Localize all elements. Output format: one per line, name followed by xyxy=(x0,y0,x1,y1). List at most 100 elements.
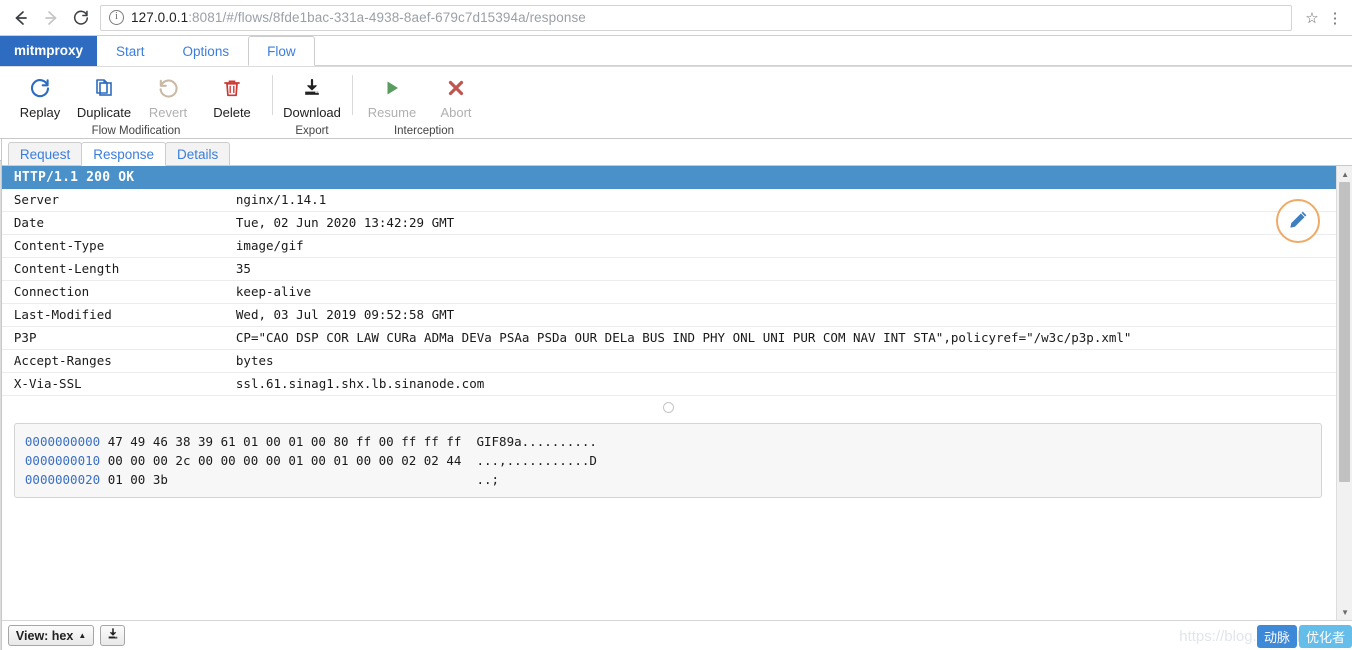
hex-ascii: ..; xyxy=(476,472,500,487)
response-header-row[interactable]: Server nginx/1.14.1 xyxy=(1,189,1337,212)
download-label: Download xyxy=(283,105,341,120)
response-headers-table: Server nginx/1.14.1 Date Tue, 02 Jun 2020 1… xyxy=(1,189,1337,396)
duplicate-icon xyxy=(93,75,115,101)
trash-icon xyxy=(221,75,243,101)
hex-offset: 0000000020 xyxy=(24,472,101,487)
hex-offset: 0000000000 xyxy=(24,434,101,449)
replay-icon xyxy=(29,75,51,101)
mitmproxy-web-app: i 127.0.0.1:8081/#/flows/8fde1bac-331a-4… xyxy=(0,0,1352,650)
url-path: :8081/#/flows/8fde1bac-331a-4938-8aef-67… xyxy=(188,10,586,25)
tab-request[interactable]: Request xyxy=(7,142,83,166)
header-value: bytes xyxy=(231,349,1337,373)
response-header-row[interactable]: Content-Length 35 xyxy=(1,257,1337,281)
hex-offset: 0000000010 xyxy=(24,453,101,468)
replay-button[interactable]: Replay xyxy=(8,73,72,120)
mitmproxy-header: mitmproxy Start Options Flow xyxy=(0,36,1352,67)
header-name: Accept-Ranges xyxy=(1,349,232,373)
header-name: Content-Length xyxy=(1,257,232,281)
hex-bytes: 47 49 46 38 39 61 01 00 01 00 80 ff 00 f… xyxy=(107,434,462,449)
response-header-row[interactable]: Content-Type image/gif xyxy=(1,234,1337,258)
header-value: 35 xyxy=(231,257,1337,281)
detail-scroll-up-icon[interactable]: ▲ xyxy=(1337,166,1352,182)
site-info-icon[interactable]: i xyxy=(109,10,124,25)
tab-options[interactable]: Options xyxy=(163,36,249,66)
detail-tab-bar: Request Response Details xyxy=(1,139,1352,166)
resume-button: Resume xyxy=(360,73,424,120)
bookmark-star-icon[interactable]: ☆ xyxy=(1300,9,1324,27)
header-value: Wed, 03 Jul 2019 09:52:58 GMT xyxy=(231,303,1337,327)
replay-label: Replay xyxy=(19,105,61,120)
tab-response[interactable]: Response xyxy=(81,142,166,166)
resize-grip-icon[interactable] xyxy=(663,402,675,413)
kebab-menu-icon[interactable]: ⋮ xyxy=(1324,9,1346,27)
hex-bytes: 00 00 00 2c 00 00 00 00 01 00 01 00 00 0… xyxy=(107,453,462,468)
main-split: Path Method Status Size Time https://www… xyxy=(0,139,1352,650)
flow-detail-pane: Request Response Details HTTP/1.1 200 OK… xyxy=(1,139,1352,650)
hexdump-line: 0000000000 47 49 46 38 39 61 01 00 01 00… xyxy=(25,432,1311,451)
detail-body: HTTP/1.1 200 OK Server nginx/1.14.1 Date Tu… xyxy=(1,166,1352,620)
play-icon xyxy=(381,75,403,101)
address-bar[interactable]: i 127.0.0.1:8081/#/flows/8fde1bac-331a-4… xyxy=(100,4,1292,31)
hex-ascii: ...,...........D xyxy=(476,453,597,468)
response-header-row[interactable]: Accept-Ranges bytes xyxy=(1,349,1337,373)
response-header-row[interactable]: Connection keep-alive xyxy=(1,280,1337,304)
header-value: Tue, 02 Jun 2020 13:42:29 GMT xyxy=(231,211,1337,235)
tab-details[interactable]: Details xyxy=(165,142,231,166)
header-name: Content-Type xyxy=(1,234,232,258)
revert-icon xyxy=(157,75,179,101)
main-tab-bar: mitmproxy Start Options Flow xyxy=(0,36,1352,66)
header-name: Connection xyxy=(1,280,232,304)
response-header-row[interactable]: Date Tue, 02 Jun 2020 13:42:29 GMT xyxy=(1,211,1337,235)
response-status-line: HTTP/1.1 200 OK xyxy=(1,166,1337,189)
response-content: HTTP/1.1 200 OK Server nginx/1.14.1 Date Tu… xyxy=(1,166,1337,620)
edit-response-highlight[interactable] xyxy=(1276,199,1321,243)
group-label-interception: Interception xyxy=(393,125,455,137)
group-label-export: Export xyxy=(295,125,329,137)
header-name: Last-Modified xyxy=(1,303,232,327)
abort-button: Abort xyxy=(424,73,488,120)
ribbon-toolbar: Replay Duplicate Revert Delete Flow Modi… xyxy=(0,67,1352,139)
hex-ascii: GIF89a.......... xyxy=(476,434,597,449)
response-header-row[interactable]: Last-Modified Wed, 03 Jul 2019 09:52:58 G… xyxy=(1,303,1337,327)
ribbon-group-interception: Resume Abort Interception xyxy=(352,73,496,137)
detail-scroll-down-icon[interactable]: ▼ xyxy=(1337,604,1352,620)
duplicate-button[interactable]: Duplicate xyxy=(72,73,136,120)
flow-list-scrollbar[interactable]: ▲ ▼ xyxy=(0,161,1,650)
tab-flow[interactable]: Flow xyxy=(248,36,315,66)
reload-icon[interactable] xyxy=(66,3,96,33)
duplicate-label: Duplicate xyxy=(76,105,132,120)
revert-button: Revert xyxy=(136,73,200,120)
pencil-edit-icon[interactable] xyxy=(1286,208,1310,235)
forward-icon xyxy=(36,3,66,33)
content-resize-handle[interactable] xyxy=(2,396,1336,419)
back-icon[interactable] xyxy=(6,3,36,33)
delete-button[interactable]: Delete xyxy=(200,73,264,120)
revert-label: Revert xyxy=(148,105,188,120)
header-value: CP="CAO DSP COR LAW CURa ADMa DEVa PSAa … xyxy=(231,326,1337,350)
hexdump-line: 0000000020 01 00 3b ..; xyxy=(25,470,1311,489)
header-value: image/gif xyxy=(231,234,1337,258)
hexdump-line: 0000000010 00 00 00 2c 00 00 00 00 01 00… xyxy=(25,451,1311,470)
tab-start[interactable]: Start xyxy=(97,36,164,66)
detail-scrollbar[interactable]: ▲ ▼ xyxy=(1336,166,1352,620)
flow-table-header: Path Method Status Size Time xyxy=(0,139,1,161)
download-button[interactable]: Download xyxy=(280,73,344,120)
header-name: X-Via-SSL xyxy=(1,372,232,396)
hexdump-lines: 0000000000 47 49 46 38 39 61 01 00 01 00… xyxy=(25,432,1311,489)
response-body-hexdump: 0000000000 47 49 46 38 39 61 01 00 01 00… xyxy=(13,423,1323,498)
header-value: ssl.61.sinag1.shx.lb.sinanode.com xyxy=(231,372,1337,396)
tab-mitmproxy[interactable]: mitmproxy xyxy=(0,36,98,66)
close-x-icon xyxy=(445,75,467,101)
header-name: Server xyxy=(1,189,232,212)
view-mode-label: View: hex xyxy=(15,628,74,643)
response-header-row[interactable]: P3P CP="CAO DSP COR LAW CURa ADMa DEVa PS… xyxy=(1,326,1337,350)
url-host: 127.0.0.1 xyxy=(131,10,189,25)
header-name: Date xyxy=(1,211,232,235)
response-header-row[interactable]: X-Via-SSL ssl.61.sinag1.shx.lb.sinanode.c… xyxy=(1,372,1337,396)
view-mode-button[interactable]: View: hex ▲ xyxy=(7,625,95,646)
detail-scroll-thumb[interactable] xyxy=(1339,182,1351,482)
header-value: nginx/1.14.1 xyxy=(231,189,1337,212)
caret-up-icon: ▲ xyxy=(78,631,87,640)
download-body-button[interactable] xyxy=(100,625,126,646)
resume-label: Resume xyxy=(367,105,417,120)
